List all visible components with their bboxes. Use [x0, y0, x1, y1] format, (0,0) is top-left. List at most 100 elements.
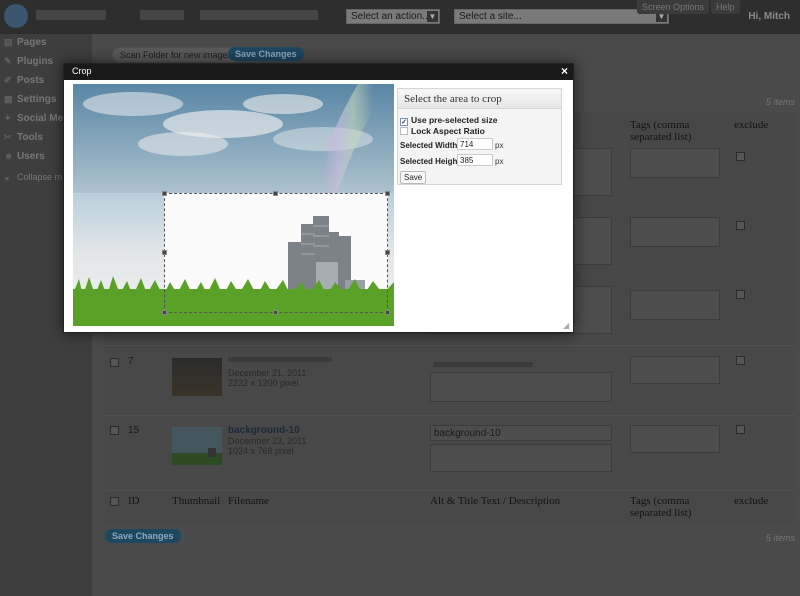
exclude-checkbox[interactable]: [736, 152, 745, 161]
column-header-exclude: exclude: [734, 495, 769, 507]
exclude-checkbox[interactable]: [736, 290, 745, 299]
select-all-checkbox[interactable]: [110, 497, 119, 506]
sidebar-item-posts[interactable]: ✐ Posts: [4, 75, 44, 86]
admin-bar: Select an action... ▼ Select a site... ▼…: [0, 0, 800, 34]
tools-icon: ✂: [4, 132, 12, 143]
crop-dialog-titlebar[interactable]: Crop ×: [64, 64, 573, 80]
use-preselected-option[interactable]: ✓ Use pre-selected size: [400, 115, 497, 126]
bottom-save-changes-button[interactable]: Save Changes: [105, 529, 181, 543]
sidebar-item-pages[interactable]: ▤ Pages: [4, 37, 46, 48]
column-header-id: ID: [128, 495, 140, 507]
crop-dialog-title: Crop: [72, 66, 92, 76]
posts-icon: ✐: [4, 75, 12, 86]
pages-icon: ▤: [4, 37, 13, 48]
description-area[interactable]: [430, 444, 612, 472]
column-header-thumbnail: Thumbnail: [172, 495, 221, 507]
resize-handle-s[interactable]: [273, 310, 278, 315]
action-select-value: Select an action...: [351, 11, 431, 22]
thumbnail-image[interactable]: [172, 427, 222, 465]
column-header-tags: Tags (comma separated list): [630, 495, 692, 519]
crop-save-button[interactable]: Save: [400, 171, 427, 184]
wordpress-logo-icon[interactable]: [4, 4, 28, 28]
close-icon[interactable]: ×: [561, 65, 568, 78]
height-unit: px: [495, 157, 504, 166]
blurred-link: [200, 10, 318, 20]
filename-blurred: [228, 357, 332, 362]
sidebar-item-label: Pages: [17, 37, 47, 48]
resize-handle-nw[interactable]: [162, 191, 167, 196]
save-changes-button[interactable]: Save Changes: [228, 47, 304, 61]
sidebar-item-label: Tools: [17, 132, 43, 143]
column-header-filename: Filename: [228, 495, 269, 507]
alt-text-value: background-10: [434, 428, 501, 439]
row-select-checkbox[interactable]: [110, 426, 119, 435]
sidebar-item-label: Users: [17, 151, 45, 162]
resize-handle-w[interactable]: [162, 250, 167, 255]
sidebar-item-plugins[interactable]: ✎ Plugins: [4, 56, 53, 67]
resize-handle-ne[interactable]: [385, 191, 390, 196]
action-select[interactable]: Select an action... ▼: [346, 9, 440, 24]
sidebar-item-social[interactable]: ✦ Social Me: [4, 113, 63, 124]
exclude-checkbox[interactable]: [736, 221, 745, 230]
bottom-items-count: 5 items: [766, 533, 796, 543]
chevron-down-icon: ▼: [427, 11, 438, 22]
sidebar-item-label: Posts: [17, 75, 45, 86]
crop-dialog: Crop × Select the area to crop ✓ Use pre…: [63, 63, 574, 333]
sidebar-item-label: Social Me: [17, 113, 64, 124]
resize-handle-e[interactable]: [385, 250, 390, 255]
dialog-resize-grip-icon[interactable]: ◢: [563, 322, 571, 330]
exclude-checkbox[interactable]: [736, 356, 745, 365]
scan-folder-button[interactable]: Scan Folder for new images: [112, 47, 241, 63]
resize-handle-se[interactable]: [385, 310, 390, 315]
tags-input[interactable]: [630, 290, 720, 320]
width-unit: px: [495, 141, 504, 150]
row-date: December 21, 2011: [228, 368, 307, 378]
exclude-checkbox[interactable]: [736, 425, 745, 434]
crop-selection-box[interactable]: [162, 191, 390, 315]
screen-options-button[interactable]: Screen Options: [637, 0, 710, 14]
row-filename[interactable]: background-10: [228, 425, 300, 436]
items-count: 5 items: [766, 97, 796, 107]
crop-image-canvas[interactable]: [73, 84, 394, 326]
row-select-checkbox[interactable]: [110, 358, 119, 367]
lock-aspect-option[interactable]: Lock Aspect Ratio: [400, 126, 485, 136]
alt-text-blurred: [433, 362, 533, 367]
tags-input[interactable]: [630, 425, 720, 453]
column-header-alt: Alt & Title Text / Description: [430, 495, 561, 507]
tags-input[interactable]: [630, 148, 720, 178]
lock-aspect-checkbox[interactable]: [400, 127, 408, 135]
crop-options-panel: Select the area to crop ✓ Use pre-selecte…: [397, 88, 562, 185]
row-id: 15: [128, 425, 140, 436]
sidebar-item-label: Settings: [17, 94, 57, 105]
sidebar-item-label: Collapse m: [17, 172, 63, 182]
tags-input[interactable]: [630, 217, 720, 247]
sidebar-item-settings[interactable]: ▦ Settings: [4, 94, 56, 105]
site-name-blurred: [36, 10, 106, 20]
use-preselected-checkbox[interactable]: ✓: [400, 118, 408, 126]
users-icon: ☻: [4, 151, 14, 162]
row-date: December 23, 2011: [228, 436, 307, 446]
social-icon: ✦: [4, 113, 12, 124]
width-input[interactable]: [457, 138, 493, 150]
row-dimensions: 1024 x 768 pixel: [228, 446, 294, 456]
resize-handle-sw[interactable]: [162, 310, 167, 315]
collapse-icon: ◂: [4, 172, 9, 183]
resize-handle-n[interactable]: [273, 191, 278, 196]
description-area[interactable]: [430, 372, 612, 402]
plugins-icon: ✎: [4, 56, 12, 67]
row-dimensions: 2232 x 1200 pixel: [228, 378, 299, 388]
width-label: Selected Width: [400, 141, 458, 150]
sidebar-item-tools[interactable]: ✂ Tools: [4, 132, 43, 143]
height-input[interactable]: [457, 154, 493, 166]
thumbnail-image[interactable]: [172, 358, 222, 396]
sidebar-item-users[interactable]: ☻ Users: [4, 151, 45, 162]
lock-aspect-label: Lock Aspect Ratio: [411, 126, 485, 136]
alt-text-input[interactable]: background-10: [430, 425, 612, 441]
sidebar-item-label: Plugins: [17, 56, 54, 67]
user-greeting[interactable]: Hi, Mitch: [748, 11, 790, 22]
sidebar-collapse[interactable]: ◂ Collapse m: [4, 172, 62, 183]
crop-panel-title: Select the area to crop: [398, 89, 561, 109]
help-button[interactable]: Help: [711, 0, 740, 14]
use-preselected-label: Use pre-selected size: [411, 115, 498, 125]
tags-input[interactable]: [630, 356, 720, 384]
